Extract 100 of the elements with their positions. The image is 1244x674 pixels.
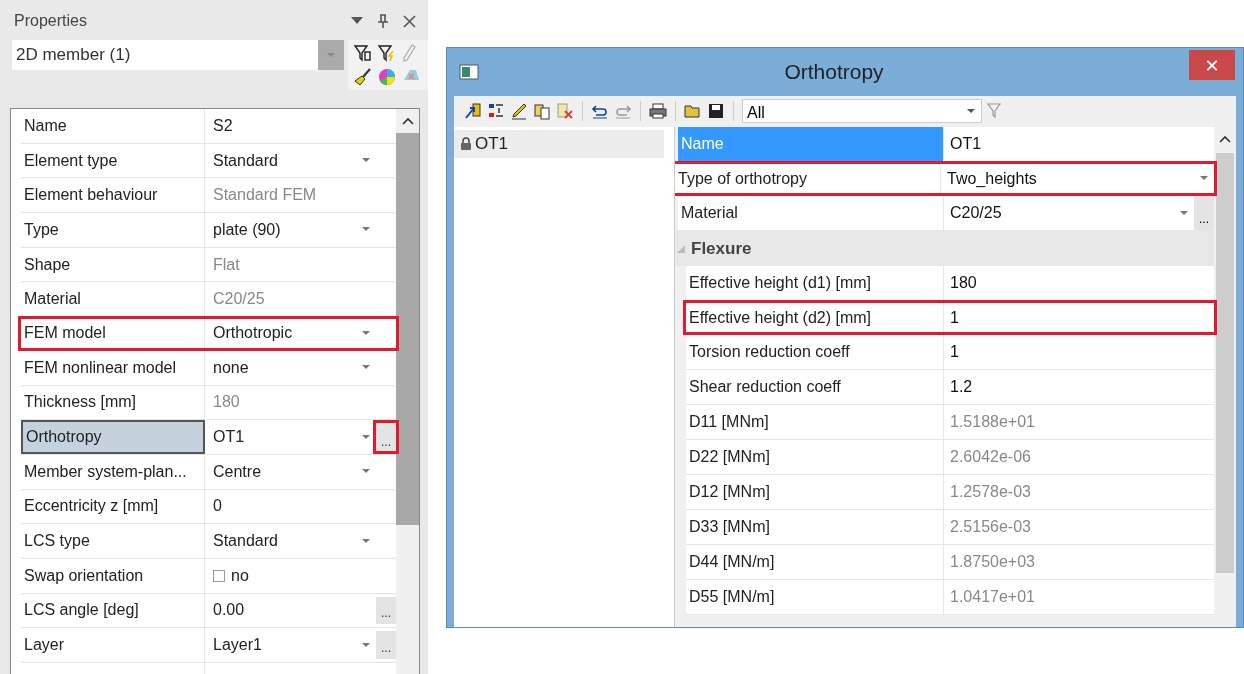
property-label[interactable]: Eccentricity z [mm] [21,489,205,524]
property-value[interactable]: Centre [205,454,376,489]
scroll-up-icon[interactable] [401,117,414,125]
property-value[interactable]: Two_heights [941,164,1214,193]
property-value[interactable]: 1 [944,335,1214,369]
property-label[interactable]: FEM model [21,319,205,348]
property-value[interactable]: none [205,350,376,385]
property-value[interactable]: OT1 [944,127,1214,161]
property-label[interactable]: Shear reduction coeff [686,370,944,404]
property-label[interactable]: Material [21,282,205,317]
property-label[interactable]: Shape [21,247,205,282]
dropdown-caret-icon[interactable] [362,158,370,164]
filter-lightning-icon[interactable] [378,44,396,62]
property-label[interactable]: Type [21,213,205,247]
property-label[interactable]: Material [678,196,944,230]
lock-icon [460,137,472,151]
property-value: 1.2578e-03 [949,482,1032,502]
copy-icon[interactable] [533,102,551,120]
split-icon[interactable] [487,102,505,120]
property-value[interactable]: no [205,558,376,593]
property-label[interactable]: D11 [MNm] [686,405,944,439]
dropdown-caret-icon[interactable] [351,17,363,25]
dropdown-caret-icon[interactable] [362,642,370,648]
delete-icon[interactable] [556,102,574,120]
property-label[interactable]: D12 [MNm] [686,475,944,509]
property-value[interactable]: S2 [205,109,376,143]
property-value: 1.0417e+01 [949,587,1036,607]
property-label[interactable]: LCS angle [deg] [21,593,205,628]
property-label[interactable]: Swap orientation [21,558,205,593]
property-label[interactable]: Effective height (d2) [mm] [686,303,944,332]
property-value[interactable]: 0.00 [205,593,376,628]
filter-icon[interactable] [354,44,372,62]
property-value[interactable]: OT1 [205,420,376,454]
redo-icon[interactable] [614,102,632,120]
eraser-icon[interactable] [402,68,420,82]
scroll-up-icon[interactable] [1219,135,1231,143]
property-label[interactable]: Name [21,109,205,143]
property-value[interactable]: Layer1 [205,628,376,662]
print-icon[interactable] [649,102,667,120]
property-value[interactable]: 1 [944,303,1214,332]
ellipsis-button[interactable]: ... [1194,196,1214,230]
save-icon[interactable] [707,102,725,120]
property-label[interactable]: FEM nonlinear model [21,350,205,385]
pencil-icon[interactable] [510,102,528,120]
property-value: 2.6042e-06 [949,447,1032,467]
filter-dropdown[interactable]: All [742,99,982,123]
property-label[interactable]: Element type [21,143,205,178]
window-title: Orthotropy [783,60,885,84]
property-label[interactable]: D22 [MNm] [686,440,944,474]
dropdown-caret-icon[interactable] [967,109,975,114]
property-value[interactable]: 1.2 [944,370,1214,404]
close-button[interactable]: ✕ [1189,50,1235,80]
property-value: 1.8750e+03 [949,552,1036,572]
property-label[interactable]: D44 [MN/m] [686,545,944,579]
window-icon [459,64,479,80]
dropdown-caret-icon[interactable] [362,469,370,475]
color-wheel-icon[interactable] [378,68,396,86]
dropdown-caret-icon[interactable] [362,227,370,233]
property-label[interactable]: D33 [MNm] [686,510,944,544]
property-value[interactable]: Standard [205,524,376,558]
property-label[interactable]: Type of orthotropy [675,164,941,193]
property-value[interactable]: 0 [205,489,376,524]
folder-icon[interactable] [684,102,702,120]
dropdown-caret-icon[interactable] [1180,210,1188,216]
close-icon[interactable] [403,14,416,28]
property-label[interactable]: D55 [MN/m] [686,580,944,614]
panel-title: Properties [14,12,88,30]
property-value[interactable]: C20/25 [944,196,1194,230]
dropdown-caret-icon[interactable] [362,365,370,371]
checkbox[interactable] [213,569,225,582]
dropdown-caret-icon[interactable] [362,330,370,336]
property-value[interactable]: plate (90) [205,213,376,247]
property-label[interactable]: LCS type [21,524,205,558]
property-label[interactable]: Thickness [mm] [21,385,205,420]
property-label[interactable]: Torsion reduction coeff [686,335,944,369]
dropdown-caret-icon[interactable] [362,434,370,440]
property-value: C20/25 [212,289,266,310]
property-label[interactable]: Orthotropy [21,420,205,454]
arrow-icon[interactable] [464,102,482,120]
ellipsis-button[interactable]: ... [376,631,396,659]
ellipsis-button[interactable]: ... [373,420,399,454]
brush-icon[interactable] [354,68,372,86]
property-value: 2.5156e-03 [949,517,1032,537]
property-value: 1.5188e+01 [949,412,1036,432]
scrollbar[interactable] [396,109,419,674]
tree-item[interactable]: OT1 [454,130,664,158]
category-header: Flexure [691,238,752,259]
property-label[interactable]: Member system-plan... [21,454,205,489]
undo-icon[interactable] [591,102,609,120]
property-value[interactable]: Orthotropic [205,319,376,348]
property-label[interactable]: Layer [21,628,205,662]
property-value[interactable]: Standard [205,143,376,178]
property-label[interactable]: Element behaviour [21,178,205,213]
property-value[interactable]: 180 [944,266,1214,300]
property-value: Flat [212,254,241,275]
ellipsis-button[interactable]: ... [376,596,396,625]
selection-dropdown[interactable]: 2D member (1) [12,40,344,70]
dropdown-caret-icon[interactable] [362,538,370,544]
dropdown-caret-icon[interactable] [1200,176,1208,181]
pin-icon[interactable] [377,14,389,28]
